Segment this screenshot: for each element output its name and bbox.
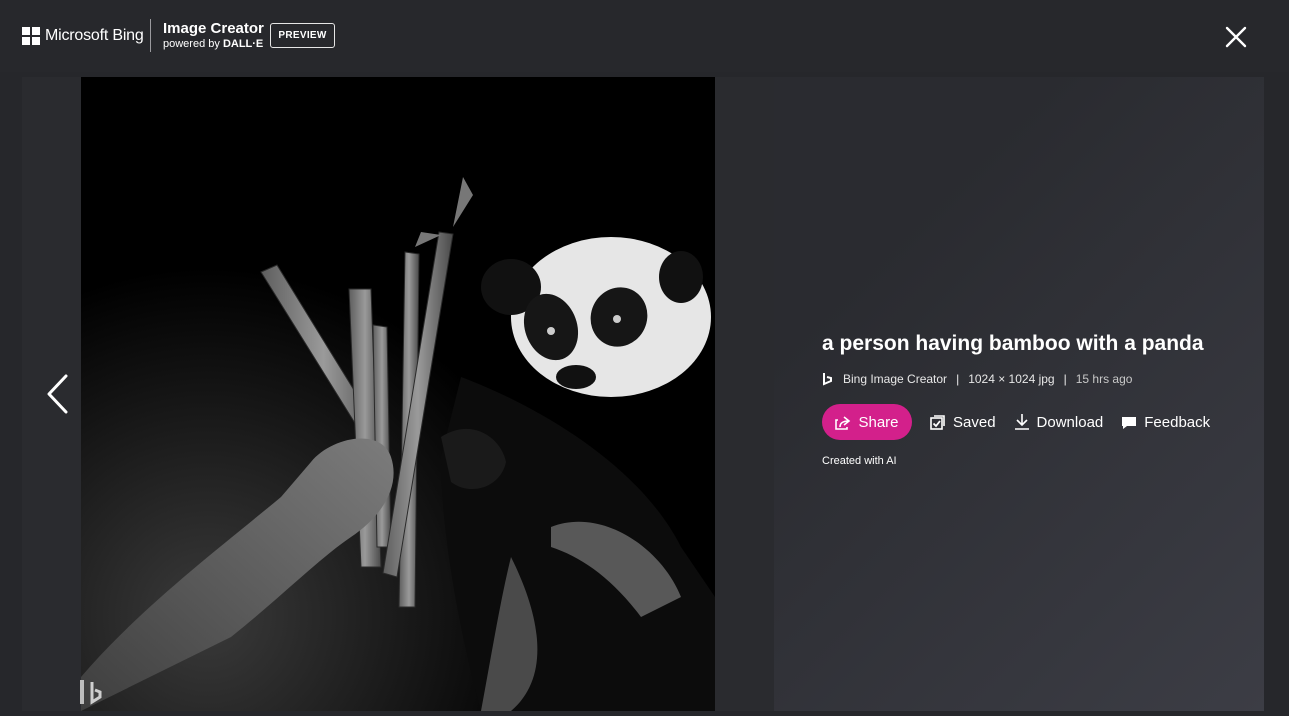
image-meta: Bing Image Creator | 1024 × 1024 jpg | 1… <box>822 372 1132 386</box>
microsoft-logo-icon <box>22 27 40 45</box>
product-title[interactable]: Image Creator <box>163 20 264 37</box>
product-sub-prefix: powered by <box>163 38 220 50</box>
saved-check-icon <box>930 415 945 430</box>
saved-button[interactable]: Saved <box>930 414 996 431</box>
created-with-ai-note: Created with AI <box>822 455 897 467</box>
image-dimensions: 1024 × 1024 jpg <box>968 372 1055 386</box>
top-bar: Microsoft Bing Image Creator powered by … <box>0 0 1289 72</box>
download-icon <box>1014 414 1029 430</box>
share-label: Share <box>858 413 899 431</box>
bing-b-icon <box>823 373 832 386</box>
share-button[interactable]: Share <box>822 404 912 440</box>
image-source[interactable]: Bing Image Creator <box>843 372 947 386</box>
panda-bamboo-picture <box>81 77 715 711</box>
share-icon <box>835 415 851 430</box>
close-icon[interactable] <box>1224 25 1248 49</box>
product-subtitle: powered by DALL·E <box>163 38 263 50</box>
image-age: 15 hrs ago <box>1075 372 1133 386</box>
feedback-label: Feedback <box>1144 413 1211 431</box>
action-bar: Share Saved Download Feedback <box>822 404 1210 440</box>
bing-logo-icon <box>80 678 106 706</box>
feedback-icon <box>1122 416 1137 429</box>
download-label: Download <box>1036 413 1104 431</box>
brand-name[interactable]: Microsoft Bing <box>45 27 144 45</box>
preview-badge[interactable]: PREVIEW <box>270 23 335 48</box>
download-button[interactable]: Download <box>1014 413 1104 431</box>
product-sub-model: DALL·E <box>222 38 264 50</box>
meta-separator: | <box>956 372 960 386</box>
image-prompt-title: a person having bamboo with a panda <box>822 332 1204 355</box>
chevron-left-icon[interactable] <box>44 373 72 415</box>
header-divider <box>150 19 151 52</box>
saved-label: Saved <box>953 413 996 431</box>
meta-separator: | <box>1063 372 1067 386</box>
generated-image[interactable] <box>81 77 715 711</box>
feedback-button[interactable]: Feedback <box>1121 414 1210 431</box>
